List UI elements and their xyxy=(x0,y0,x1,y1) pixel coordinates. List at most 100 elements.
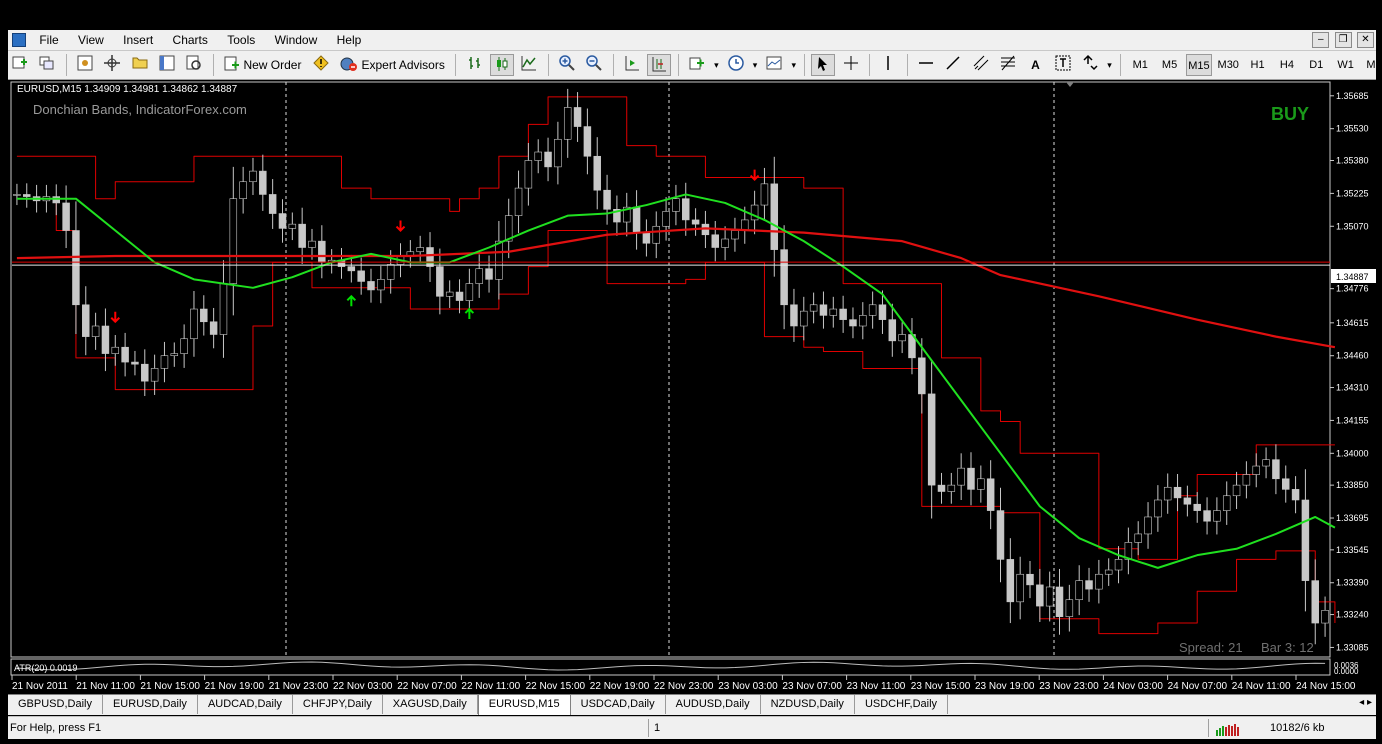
close-button[interactable]: ✕ xyxy=(1357,32,1374,48)
timeframe-mn[interactable]: MN xyxy=(1362,54,1382,76)
terminal-icon[interactable] xyxy=(155,54,179,76)
candle-body xyxy=(829,308,838,316)
text-tool-icon[interactable]: A xyxy=(1023,54,1047,76)
strategy-tester-icon[interactable] xyxy=(182,54,206,76)
y-tick-label: 1.35225 xyxy=(1336,188,1369,198)
market-watch-icon[interactable] xyxy=(73,54,97,76)
tab-eurusd-m15[interactable]: EURUSD,M15 xyxy=(477,694,571,715)
tab-scroll-arrows[interactable]: ◂ ▸ xyxy=(1359,697,1372,708)
tab-audcad-daily[interactable]: AUDCAD,Daily xyxy=(198,695,293,714)
tab-xagusd-daily[interactable]: XAGUSD,Daily xyxy=(383,695,478,714)
candle-body xyxy=(170,353,179,357)
candle-body xyxy=(249,170,257,183)
timeframe-d1[interactable]: D1 xyxy=(1303,54,1329,76)
timeframe-w1[interactable]: W1 xyxy=(1333,54,1359,76)
atr-path xyxy=(16,661,1326,671)
favorites-icon[interactable] xyxy=(128,54,152,76)
indicators-dropdown-icon[interactable]: ▾ xyxy=(712,54,720,76)
candle-body xyxy=(259,170,267,195)
chart-window-icon[interactable] xyxy=(12,33,26,47)
x-tick-label: 22 Nov 07:00 xyxy=(397,681,457,692)
timeframe-h4[interactable]: H4 xyxy=(1274,54,1300,76)
menu-file[interactable]: File xyxy=(31,30,66,50)
menu-tools[interactable]: Tools xyxy=(219,30,263,50)
price-chart[interactable]: 1.35685 1.35530 1.35380 1.35225 1.35070 1.347… xyxy=(8,80,1376,693)
candlestick-chart-icon[interactable] xyxy=(489,54,514,76)
candle-body xyxy=(1065,599,1074,617)
expert-advisors-button[interactable]: Expert Advisors xyxy=(336,54,449,76)
candle-body xyxy=(101,325,110,354)
text-label-icon[interactable] xyxy=(1051,54,1075,76)
fast-ma-line xyxy=(16,193,1336,569)
x-tick-label: 23 Nov 11:00 xyxy=(847,681,906,692)
candle-body xyxy=(1242,474,1251,486)
x-tick-label: 23 Nov 19:00 xyxy=(975,681,1035,692)
candle-body xyxy=(160,355,169,369)
periods-icon[interactable] xyxy=(724,54,748,76)
y-tick-label: 1.34000 xyxy=(1336,448,1369,458)
lower-band-line xyxy=(16,198,1336,635)
crosshair-icon[interactable] xyxy=(839,54,863,76)
menu-charts[interactable]: Charts xyxy=(165,30,216,50)
menu-help[interactable]: Help xyxy=(329,30,370,50)
atr-zero-label: 0.0000 xyxy=(1334,667,1359,676)
timeframe-m5[interactable]: M5 xyxy=(1157,54,1183,76)
tab-gbpusd-daily[interactable]: GBPUSD,Daily xyxy=(8,695,103,714)
equidistant-channel-icon[interactable] xyxy=(969,54,993,76)
candle-body xyxy=(839,308,847,320)
candle-body xyxy=(888,319,897,342)
timeframe-m1[interactable]: M1 xyxy=(1127,54,1153,76)
restore-button[interactable]: ❐ xyxy=(1334,32,1352,48)
chart-window[interactable]: 1.35685 1.35530 1.35380 1.35225 1.35070 1.347… xyxy=(8,80,1376,693)
arrows-icon[interactable] xyxy=(1078,54,1102,76)
y-tick-label: 1.35380 xyxy=(1336,156,1369,166)
candle-body xyxy=(524,160,533,189)
tab-audusd-daily[interactable]: AUDUSD,Daily xyxy=(666,695,761,714)
tab-usdcad-daily[interactable]: USDCAD,Daily xyxy=(571,695,666,714)
sell-arrow-icon xyxy=(749,169,760,182)
line-chart-icon[interactable] xyxy=(517,54,541,76)
candle-body xyxy=(986,478,995,511)
timeframe-m15[interactable]: M15 xyxy=(1185,54,1212,76)
profiles-icon[interactable] xyxy=(35,54,59,76)
menu-insert[interactable]: Insert xyxy=(115,30,161,50)
horizontal-line-icon[interactable] xyxy=(914,54,938,76)
metaeditor-icon[interactable] xyxy=(309,54,333,76)
candle-body xyxy=(554,138,562,168)
bar-chart-icon[interactable] xyxy=(463,54,487,76)
menu-window[interactable]: Window xyxy=(267,30,326,50)
chart-shift-marker-icon[interactable] xyxy=(1066,82,1074,87)
tab-eurusd-daily[interactable]: EURUSD,Daily xyxy=(103,695,198,714)
timeframe-h1[interactable]: H1 xyxy=(1245,54,1271,76)
buy-arrow-icon xyxy=(464,307,475,320)
tab-chfjpy-daily[interactable]: CHFJPY,Daily xyxy=(293,695,383,714)
sell-arrow-icon xyxy=(395,220,406,232)
new-order-button[interactable]: New Order xyxy=(220,54,305,76)
tab-usdchf-daily[interactable]: USDCHF,Daily xyxy=(855,695,949,714)
candle-body xyxy=(318,240,326,263)
cursor-icon[interactable] xyxy=(811,54,836,76)
chart-shift-icon[interactable] xyxy=(647,54,672,76)
navigator-icon[interactable] xyxy=(100,54,124,76)
x-tick-label: 21 Nov 19:00 xyxy=(205,681,265,692)
zoom-out-icon[interactable] xyxy=(582,54,606,76)
tab-nzdusd-daily[interactable]: NZDUSD,Daily xyxy=(761,695,855,714)
auto-scroll-icon[interactable] xyxy=(620,54,644,76)
candle-body xyxy=(819,304,828,316)
menu-view[interactable]: View xyxy=(70,30,112,50)
timeframe-m30[interactable]: M30 xyxy=(1215,54,1241,76)
templates-icon[interactable] xyxy=(762,54,786,76)
zoom-in-icon[interactable] xyxy=(555,54,579,76)
fibonacci-icon[interactable] xyxy=(996,54,1020,76)
indicators-icon[interactable] xyxy=(685,54,709,76)
minimize-button[interactable]: – xyxy=(1312,32,1330,48)
candle-body xyxy=(219,283,228,335)
periods-dropdown-icon[interactable]: ▾ xyxy=(751,54,759,76)
connection-status-icon[interactable] xyxy=(1216,722,1242,736)
new-chart-icon[interactable] xyxy=(8,54,32,76)
templates-dropdown-icon[interactable]: ▾ xyxy=(790,54,798,76)
vertical-line-icon[interactable] xyxy=(876,54,900,76)
arrows-dropdown-icon[interactable]: ▾ xyxy=(1106,54,1114,76)
candle-body xyxy=(1301,499,1310,581)
trendline-icon[interactable] xyxy=(941,54,965,76)
